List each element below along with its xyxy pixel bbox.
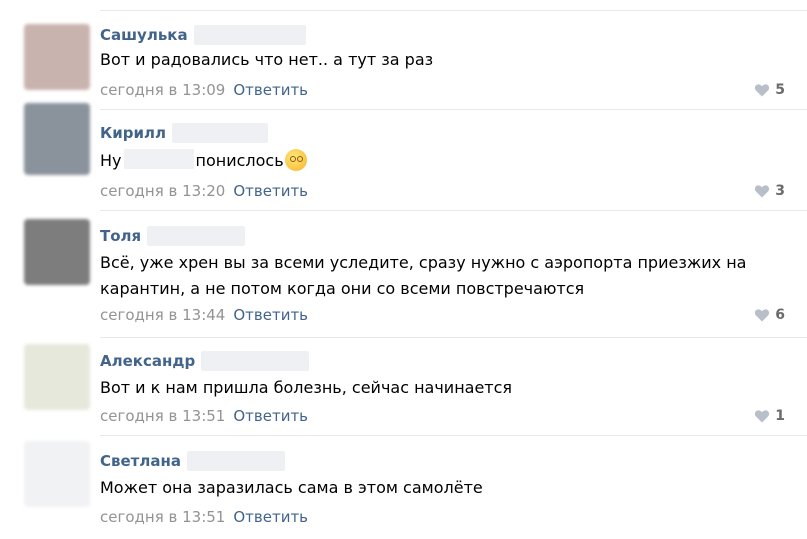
censored-surname: [201, 351, 310, 371]
comment-text: Вот и к нам пришла болезнь, сейчас начин…: [100, 378, 513, 397]
censored-surname: [193, 25, 306, 45]
reply-button[interactable]: Ответить: [233, 81, 308, 99]
like-counter[interactable]: 5: [754, 80, 785, 100]
author-name[interactable]: Александр: [100, 352, 195, 370]
comment-text-line-2: карантин, а не потом когда они со всеми …: [100, 279, 585, 298]
heart-icon[interactable]: [754, 308, 770, 322]
avatar[interactable]: [24, 103, 90, 175]
comment-timestamp[interactable]: сегодня в 13:51: [100, 407, 225, 425]
smiling-face-emoji-icon: [284, 149, 307, 171]
like-count: 5: [775, 82, 785, 98]
reply-button[interactable]: Ответить: [233, 407, 308, 425]
reply-button[interactable]: Ответить: [233, 306, 308, 324]
comment-timestamp[interactable]: сегодня в 13:20: [100, 182, 225, 200]
reply-button[interactable]: Ответить: [233, 508, 308, 526]
comment-item: Толя Всё, уже хрен вы за всеми уследите,…: [0, 211, 807, 338]
avatar[interactable]: [24, 24, 90, 90]
avatar[interactable]: [24, 344, 90, 410]
author-name[interactable]: Светлана: [100, 452, 181, 470]
like-counter[interactable]: 3: [754, 181, 785, 201]
comment-item: Александр Вот и к нам пришла болезнь, се…: [0, 338, 807, 436]
censored-surname: [147, 226, 246, 246]
comment-item: Кирилл Ну понислось сегодня в 13:20 Ответи…: [0, 103, 807, 211]
comment-text: Может она заразилась сама в этом самолёт…: [100, 478, 483, 497]
comment-item: Сашулька Вот и радовались что нет.. а ту…: [0, 10, 807, 110]
comment-text: Вот и радовались что нет.. а тут за раз: [100, 50, 434, 69]
like-counter[interactable]: 6: [754, 305, 785, 325]
avatar[interactable]: [24, 219, 90, 285]
censored-surname: [186, 451, 285, 471]
comment-text-line-1: Всё, уже хрен вы за всеми уследите, сраз…: [100, 253, 747, 272]
censored-surname: [172, 123, 268, 143]
author-name[interactable]: Сашулька: [100, 26, 188, 44]
comment-text: Ну понислось: [100, 147, 307, 174]
author-name[interactable]: Толя: [100, 227, 141, 245]
reply-button[interactable]: Ответить: [233, 182, 308, 200]
avatar[interactable]: [24, 441, 90, 507]
like-count: 6: [775, 307, 785, 323]
heart-icon[interactable]: [754, 184, 770, 198]
censored-word: [123, 149, 194, 169]
comment-item: Светлана Может она заразилась сама в это…: [0, 436, 807, 539]
comment-timestamp[interactable]: сегодня в 13:51: [100, 508, 225, 526]
comments-feed: Сашулька Вот и радовались что нет.. а ту…: [0, 0, 807, 539]
like-count: 1: [775, 408, 785, 424]
like-counter[interactable]: 1: [754, 406, 785, 426]
like-count: 3: [775, 183, 785, 199]
comment-timestamp[interactable]: сегодня в 13:44: [100, 306, 225, 324]
author-name[interactable]: Кирилл: [100, 124, 166, 142]
heart-icon[interactable]: [754, 83, 770, 97]
comment-timestamp[interactable]: сегодня в 13:09: [100, 81, 225, 99]
heart-icon[interactable]: [754, 409, 770, 423]
